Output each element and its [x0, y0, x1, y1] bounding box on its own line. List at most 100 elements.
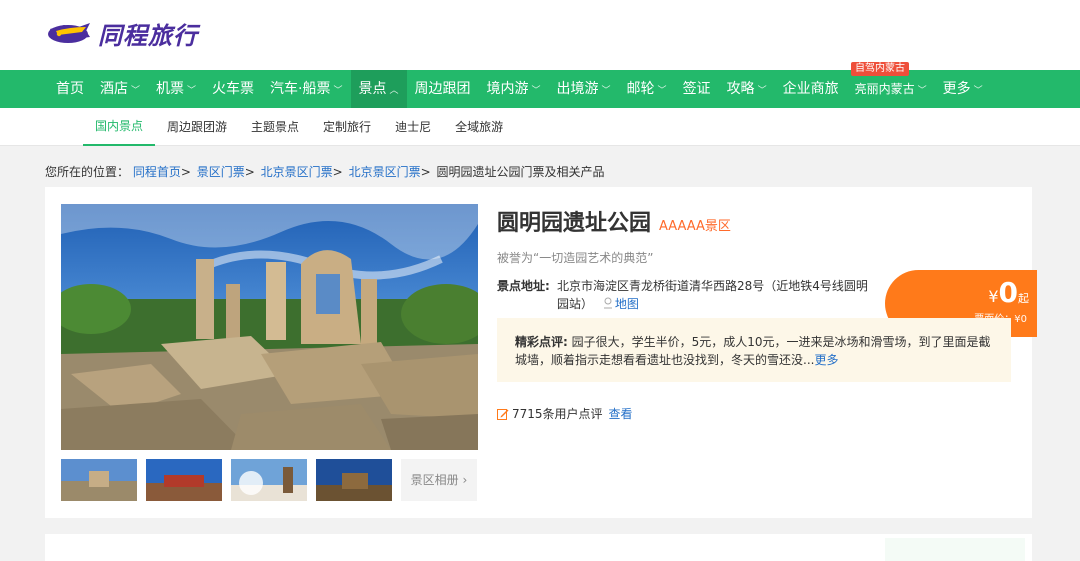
subnav-item[interactable]: 周边跟团游: [155, 108, 239, 146]
address-label: 景点地址:: [497, 279, 550, 293]
attraction-card: 景区相册 › 圆明园遗址公园 AAAAA景区 被誉为“一切造园艺术的典范” 景点…: [45, 187, 1037, 518]
attraction-main-photo[interactable]: [61, 204, 478, 450]
nav-item[interactable]: 企业商旅: [775, 70, 847, 108]
nav-item[interactable]: 酒店 ﹀: [92, 70, 148, 108]
subnav-item[interactable]: 迪士尼: [383, 108, 443, 146]
nav-item[interactable]: 机票 ﹀: [148, 70, 204, 108]
subnav-item[interactable]: 定制旅行: [311, 108, 383, 146]
album-button-label: 景区相册: [410, 473, 459, 487]
main-nav: 首页 酒店 ﹀ 机票 ﹀ 火车票 汽车·船票 ﹀ 景点 ︿ 周边跟团 境内游 ﹀ 出境游 ﹀ 邮轮 ﹀ 签证 攻略 ﹀…: [0, 70, 1080, 108]
nav-item[interactable]: 邮轮 ﹀: [619, 70, 675, 108]
breadcrumb-link-tickets[interactable]: 景区门票: [197, 165, 245, 179]
nav-item-label: 签证: [682, 81, 711, 97]
nav-item-label: 火车票: [212, 81, 255, 97]
chevron-down-icon: ﹀: [187, 86, 197, 96]
chevron-down-icon: ﹀: [757, 86, 767, 96]
nav-item[interactable]: 景点 ︿: [350, 70, 407, 108]
ruins-photo-image: [61, 204, 478, 450]
nav-item-label: 酒店: [100, 81, 128, 97]
nav-item[interactable]: 首页: [48, 70, 92, 108]
subnav-item[interactable]: 主题景点: [239, 108, 311, 146]
nav-item-label: 境内游: [486, 81, 529, 97]
comment-view-link[interactable]: 查看: [609, 405, 633, 422]
nav-item[interactable]: 出境游 ﹀: [549, 70, 619, 108]
review-label: 精彩点评:: [515, 335, 568, 349]
chevron-down-icon: ﹀: [531, 86, 541, 96]
brand-name: 同程旅行: [98, 21, 198, 50]
chevron-down-icon: ﹀: [333, 86, 343, 96]
nav-item-label: 亮丽内蒙古: [854, 82, 915, 96]
map-pin-icon: [603, 297, 612, 309]
attraction-level-badge: AAAAA景区: [659, 219, 731, 234]
secondary-card-hint: [885, 538, 1025, 561]
thumbnail-2[interactable]: [146, 459, 222, 501]
price-amount: 0: [998, 276, 1018, 309]
review-text: 园子很大，学生半价，5元，成人10元，一进来是冰场和滑雪场，到了里面是截城墙，顺…: [515, 335, 991, 367]
breadcrumb-link-home[interactable]: 同程首页: [133, 165, 181, 179]
breadcrumb: 您所在的位置： 同程首页> 景区门票> 北京景区门票> 北京景区门票> 圆明园遗…: [45, 163, 604, 180]
chevron-down-icon: ﹀: [131, 86, 141, 96]
breadcrumb-separator: >: [180, 165, 191, 179]
map-link[interactable]: 地图: [615, 297, 639, 311]
nav-item[interactable]: 更多 ﹀: [935, 70, 991, 108]
chevron-right-icon: ›: [458, 473, 468, 487]
nav-item-label: 邮轮: [626, 81, 655, 97]
chevron-down-icon: ﹀: [917, 86, 927, 96]
title-row: 圆明园遗址公园 AAAAA景区: [497, 205, 731, 237]
nav-item[interactable]: 攻略 ﹀: [719, 70, 775, 108]
album-button[interactable]: 景区相册 ›: [401, 459, 477, 501]
breadcrumb-separator: >: [332, 165, 343, 179]
subnav-item[interactable]: 全域旅游: [443, 108, 515, 146]
photo-thumbnails: 景区相册 ›: [61, 459, 477, 501]
thumbnail-image: [316, 459, 392, 501]
thumbnail-image: [61, 459, 137, 501]
nav-item[interactable]: 周边跟团: [407, 70, 479, 108]
attraction-title: 圆明园遗址公园: [497, 211, 652, 236]
nav-item-label: 汽车·船票: [270, 81, 331, 97]
subnav-item[interactable]: 国内景点: [83, 108, 156, 146]
nav-item-label: 机票: [156, 81, 185, 97]
chevron-down-icon: ﹀: [657, 86, 667, 96]
site-header: 同程旅行: [0, 0, 1080, 70]
brand-logo-icon: [48, 23, 90, 43]
review-highlight: 精彩点评: 园子很大，学生半价，5元，成人10元，一进来是冰场和滑雪场，到了里面…: [497, 318, 1011, 382]
edit-icon: [497, 408, 509, 420]
thumbnail-3[interactable]: [231, 459, 307, 501]
comment-count: 7715条用户点评: [512, 407, 603, 421]
breadcrumb-link-beijing[interactable]: 北京景区门票: [261, 165, 333, 179]
nav-item-label: 景点: [358, 81, 387, 97]
thumbnail-image: [231, 459, 307, 501]
breadcrumb-separator: >: [244, 165, 255, 179]
nav-item[interactable]: 签证: [675, 70, 719, 108]
nav-item[interactable]: 火车票: [204, 70, 262, 108]
nav-item-label: 首页: [56, 81, 84, 97]
thumbnail-4[interactable]: [316, 459, 392, 501]
price-main: ¥0起: [988, 276, 1029, 309]
sub-nav: 国内景点 周边跟团游 主题景点 定制旅行 迪士尼 全域旅游: [0, 108, 1080, 146]
nav-item[interactable]: 境内游 ﹀: [479, 70, 549, 108]
chevron-down-icon: ﹀: [973, 86, 983, 96]
chevron-up-icon: ︿: [389, 86, 399, 96]
attraction-slogan: 被誉为“一切造园艺术的典范”: [497, 251, 654, 265]
nav-item-label: 周边跟团: [414, 81, 471, 97]
price-currency: ¥: [988, 287, 999, 306]
secondary-card: [45, 534, 1032, 561]
address-row: 景点地址: 北京市海淀区青龙桥街道清华西路28号（近地铁4号线圆明园站） 地图: [497, 277, 877, 313]
nav-item-label: 攻略: [726, 81, 755, 97]
nav-item[interactable]: 汽车·船票 ﹀: [262, 70, 350, 108]
breadcrumb-current: 圆明园遗址公园门票及相关产品: [436, 165, 605, 179]
price-suffix: 起: [1018, 292, 1029, 305]
thumbnail-1[interactable]: [61, 459, 137, 501]
breadcrumb-prefix: 您所在的位置：: [45, 165, 130, 179]
nav-item-label: 企业商旅: [782, 81, 839, 97]
nav-promo-badge[interactable]: 自驾内蒙古: [851, 62, 909, 76]
nav-item-label: 出境游: [556, 81, 599, 97]
site-logo[interactable]: 同程旅行: [46, 17, 198, 50]
nav-item-label: 更多: [942, 81, 971, 97]
review-more-link[interactable]: 更多: [814, 353, 838, 367]
chevron-down-icon: ﹀: [601, 86, 611, 96]
thumbnail-image: [146, 459, 222, 501]
comment-summary: 7715条用户点评 查看: [497, 405, 633, 422]
breadcrumb-link-beijing-2[interactable]: 北京景区门票: [349, 165, 421, 179]
address-text-block: 北京市海淀区青龙桥街道清华西路28号（近地铁4号线圆明园站） 地图: [557, 277, 877, 313]
